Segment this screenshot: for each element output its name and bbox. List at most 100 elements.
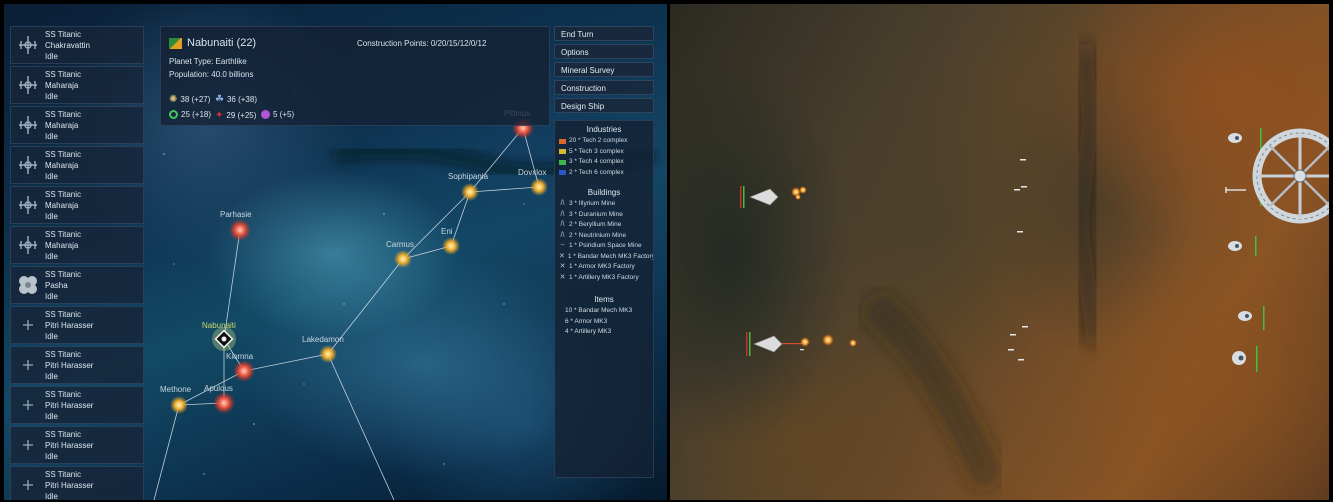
building-glyph-icon: /\ <box>560 221 565 228</box>
ship-name: SS Titanic <box>45 429 82 439</box>
battle-view[interactable] <box>670 4 1329 500</box>
industry-swatch-icon <box>559 159 566 165</box>
resource-food: 25 (+18) <box>169 110 211 119</box>
ship-card[interactable]: SS Titanic Chakravattin Idle <box>10 26 144 64</box>
construction-button[interactable]: Construction <box>554 80 654 95</box>
planet-assets-panel: Industries 20 * Tech 2 complex 5 * Tech 3… <box>554 120 654 478</box>
ship-card[interactable]: SS Titanic Maharaja Idle <box>10 106 144 144</box>
ship-class: Maharaja <box>45 160 79 170</box>
ship-card[interactable]: SS Titanic Pitri Harasser Idle <box>10 426 144 464</box>
ship-name: SS Titanic <box>45 149 82 159</box>
fleet-ship-list: SS Titanic Chakravattin Idle SS Titanic Maha… <box>10 26 144 500</box>
ship-class: Pitri Harasser <box>45 400 94 410</box>
star-system-kiomna[interactable] <box>233 360 255 382</box>
industry-label: 5 * Tech 3 complex <box>569 147 624 155</box>
resource-psi: 5 (+5) <box>261 110 294 119</box>
ship-card-text: SS Titanic Maharaja Idle <box>45 69 81 102</box>
ship-name: SS Titanic <box>45 269 82 279</box>
ship-name: SS Titanic <box>45 109 82 119</box>
ship-status: Idle <box>45 51 58 61</box>
ship-card[interactable]: SS Titanic Pasha Idle <box>10 266 144 304</box>
building-label: 1 * Bandar Mech MK3 Factory <box>567 252 654 260</box>
star-system-nabunaiti[interactable] <box>212 327 236 351</box>
battle-canvas[interactable] <box>670 4 1329 500</box>
star-system-apulous[interactable] <box>213 392 235 414</box>
ship-name: SS Titanic <box>45 29 82 39</box>
resource-industry: ✺ 38 (+27) <box>169 94 211 105</box>
star-system-sophipania[interactable] <box>461 183 479 201</box>
enemy-space-station[interactable] <box>1225 128 1329 224</box>
ship-name: SS Titanic <box>45 389 82 399</box>
small-ship-icon <box>11 347 45 383</box>
resource-military: ✦ 29 (+25) <box>215 110 257 121</box>
ship-card[interactable]: SS Titanic Pitri Harasser Idle <box>10 346 144 384</box>
ship-card[interactable]: SS Titanic Maharaja Idle <box>10 66 144 104</box>
item-row: 6 * Armor MK3 <box>565 317 608 325</box>
enemy-drone-3[interactable] <box>1238 306 1265 330</box>
ship-class: Pitri Harasser <box>45 440 94 450</box>
sun-icon: ✺ <box>169 94 178 105</box>
end-turn-button[interactable]: End Turn <box>554 26 654 41</box>
star-system-eni[interactable] <box>442 237 460 255</box>
player-ship-bottom[interactable] <box>746 332 802 356</box>
enemy-drone-1[interactable] <box>1228 133 1242 143</box>
building-label: 1 * Armor MK3 Factory <box>569 263 635 270</box>
empire-flag-icon <box>169 38 182 49</box>
ship-card[interactable]: SS Titanic Maharaja Idle <box>10 186 144 224</box>
building-row: ✕ 1 * Artillery MK3 Factory <box>555 273 653 284</box>
ship-card[interactable]: SS Titanic Maharaja Idle <box>10 226 144 264</box>
ship-class: Pasha <box>45 280 68 290</box>
ship-name: SS Titanic <box>45 189 82 199</box>
enemy-drone-2[interactable] <box>1228 236 1257 256</box>
ship-status: Idle <box>45 171 58 181</box>
player-ship-top[interactable] <box>740 186 779 208</box>
galaxy-map-view[interactable]: PittinusDovxloxSophipaniaParhasieCarmusE… <box>4 4 667 500</box>
star-system-label: Kiomna <box>226 352 254 361</box>
planet-info-panel: Nabunaiti (22) Construction Points: 0/20… <box>160 26 550 126</box>
mineral-survey-button[interactable]: Mineral Survey <box>554 62 654 77</box>
ship-name: SS Titanic <box>45 69 82 79</box>
building-label: 3 * Duranium Mine <box>569 210 623 218</box>
ship-card[interactable]: SS Titanic Maharaja Idle <box>10 146 144 184</box>
ship-card-text: SS Titanic Pitri Harasser Idle <box>45 349 93 382</box>
star-system-label: Methone <box>160 385 192 394</box>
star-system-lakedamon[interactable] <box>319 345 337 363</box>
building-row: /\ 3 * Illyrium Mine <box>555 199 653 210</box>
ship-card[interactable]: SS Titanic Pitri Harasser Idle <box>10 466 144 500</box>
building-row: /\ 2 * Neutrinium Mine <box>555 231 653 242</box>
building-row: ~1 * Psiridium Space Mine <box>555 241 653 252</box>
building-glyph-icon: ~ <box>560 242 565 249</box>
industry-row: 5 * Tech 3 complex <box>555 147 653 158</box>
ship-card[interactable]: SS Titanic Pitri Harasser Idle <box>10 386 144 424</box>
ship-status: Idle <box>45 131 58 141</box>
star-system-carmus[interactable] <box>394 250 412 268</box>
weapon-fire-top <box>791 186 807 200</box>
ship-status: Idle <box>45 411 58 421</box>
ship-status: Idle <box>45 491 58 501</box>
star-system-dovxlox[interactable] <box>530 178 548 196</box>
building-row: ✕ 1 * Armor MK3 Factory <box>555 262 653 273</box>
construction-points: Construction Points: 0/20/15/12/0/12 <box>357 39 487 48</box>
weapon-fire-bottom <box>800 334 857 347</box>
green-ring-icon <box>169 110 178 119</box>
ship-class: Chakravattin <box>45 40 90 50</box>
enemy-drone-4[interactable] <box>1232 346 1258 372</box>
ship-status: Idle <box>45 371 58 381</box>
design-ship-button[interactable]: Design Ship <box>554 98 654 113</box>
ship-status: Idle <box>45 291 58 301</box>
ship-card[interactable]: SS Titanic Pitri Harasser Idle <box>10 306 144 344</box>
options-button[interactable]: Options <box>554 44 654 59</box>
items-heading: Items <box>594 295 614 304</box>
star-system-label: Apulous <box>204 384 233 393</box>
star-system-label: Sophipania <box>448 172 489 181</box>
star-system-methone[interactable] <box>170 396 188 414</box>
building-glyph-icon: ✕ <box>559 263 566 270</box>
cluster-icon: ☘ <box>215 94 224 105</box>
star-system-parhasie[interactable] <box>229 219 251 241</box>
ship-card-text: SS Titanic Pasha Idle <box>45 269 81 302</box>
red-star-icon: ✦ <box>215 110 224 121</box>
ship-name: SS Titanic <box>45 229 82 239</box>
industry-row: 3 * Tech 4 complex <box>555 157 653 168</box>
ship-class: Pitri Harasser <box>45 480 94 490</box>
ship-status: Idle <box>45 331 58 341</box>
